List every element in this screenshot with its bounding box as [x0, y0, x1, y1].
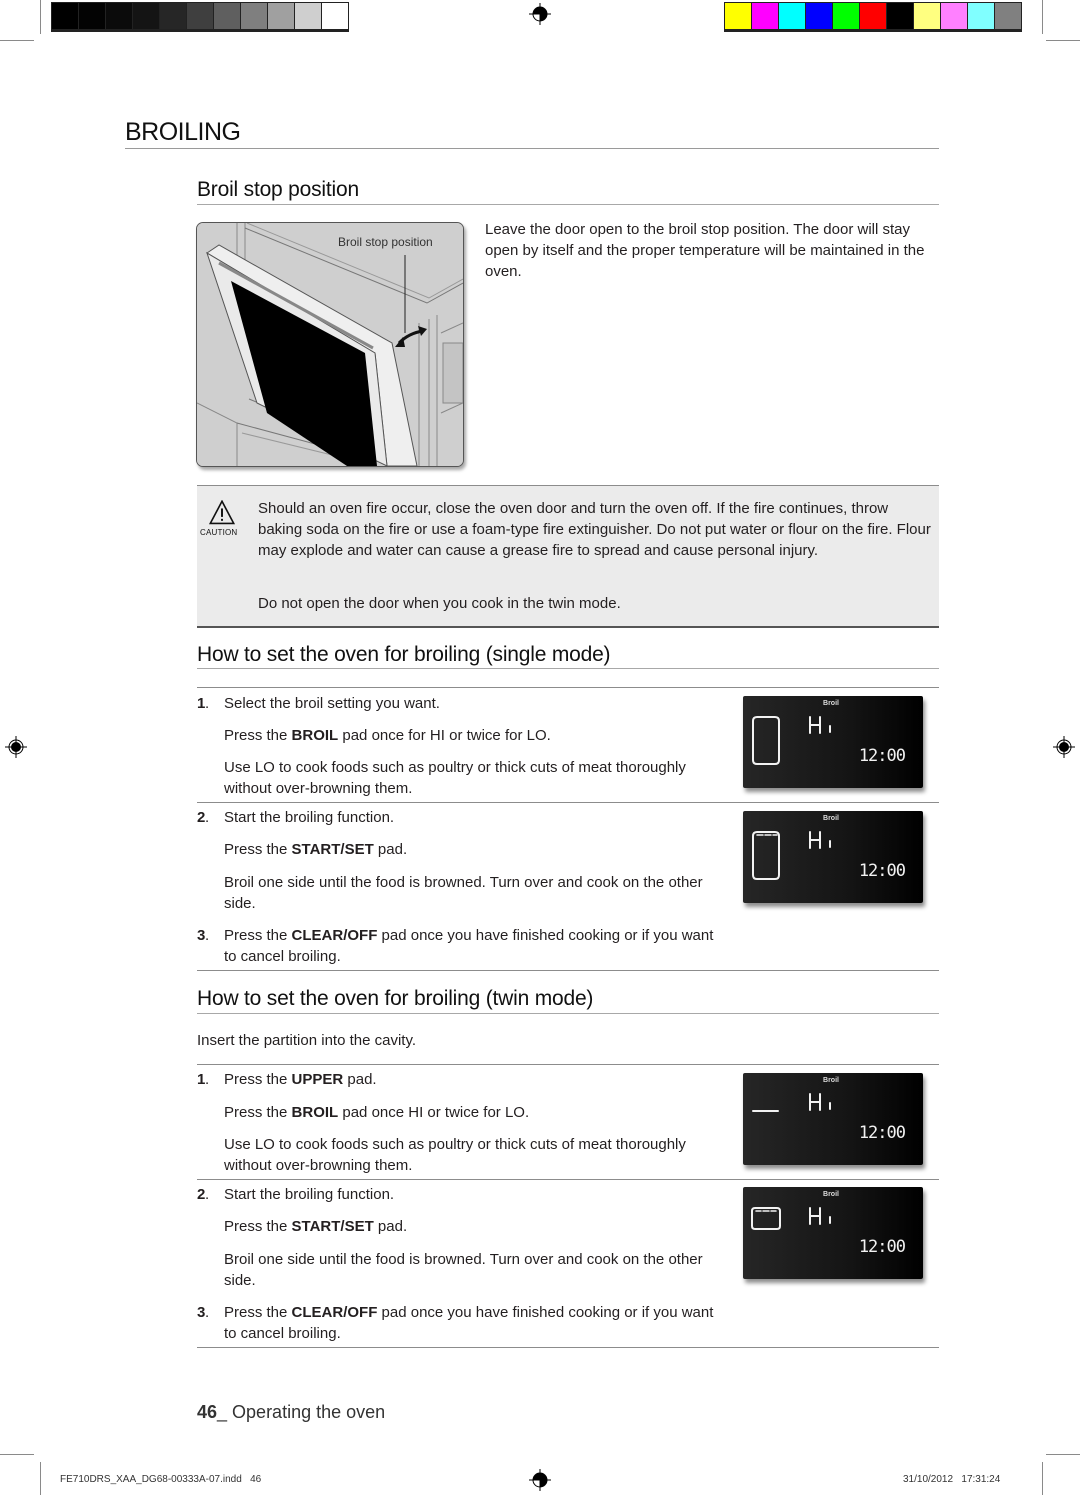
- step-instruction: Press the START/SET pad.: [224, 841, 408, 858]
- color-swatch: [268, 3, 294, 29]
- step-instruction: Press the UPPER pad.: [224, 1071, 377, 1088]
- control-panel-display: Broil 12:00: [743, 1073, 923, 1165]
- crop-mark: [1042, 1462, 1043, 1495]
- setting-readout-h: [809, 1207, 821, 1225]
- crop-mark: [40, 1462, 41, 1495]
- setting-readout-h: [809, 716, 821, 734]
- slug-timestamp: 31/10/2012 17:31:24: [903, 1474, 1001, 1485]
- color-swatch: [914, 3, 940, 29]
- color-swatch: [79, 3, 105, 29]
- section-heading-stop-position: Broil stop position: [197, 178, 359, 201]
- step-title: Start the broiling function.: [224, 1186, 395, 1203]
- setting-readout-h: [809, 1093, 821, 1111]
- color-swatch: [806, 3, 832, 29]
- crop-mark: [40, 0, 41, 34]
- display-segments: 12:00: [751, 1207, 907, 1257]
- step-divider: [197, 970, 939, 971]
- control-panel-display: Broil 12:00: [743, 811, 923, 903]
- color-swatch: [779, 3, 805, 29]
- step-instruction: Press the CLEAR/OFF pad once you have fi…: [224, 927, 714, 965]
- page-footer: 46_ Operating the oven: [197, 1402, 385, 1423]
- color-swatch: [887, 3, 913, 29]
- color-swatch: [752, 3, 778, 29]
- step-title: Select the broil setting you want.: [224, 695, 440, 712]
- step-divider: [197, 802, 939, 803]
- registration-mark-icon: [5, 736, 27, 758]
- slug-filename: FE710DRS_XAA_DG68-00333A-07.indd 46: [60, 1474, 262, 1485]
- section-divider: [197, 668, 939, 669]
- caution-text: Should an oven fire occur, close the ove…: [258, 500, 931, 559]
- registration-mark-icon: [529, 3, 551, 25]
- stop-position-description: Leave the door open to the broil stop po…: [485, 221, 925, 280]
- registration-mark-icon: [1053, 736, 1075, 758]
- caution-twin-note: Do not open the door when you cook in th…: [258, 595, 621, 612]
- display-segments: 12:00: [752, 831, 907, 881]
- warning-triangle-icon: [208, 500, 236, 525]
- crop-mark: [0, 40, 34, 41]
- step-note: Use LO to cook foods such as poultry or …: [224, 1136, 686, 1174]
- step-divider: [197, 1347, 939, 1348]
- step-note: Broil one side until the food is browned…: [224, 874, 703, 912]
- step-note: Use LO to cook foods such as poultry or …: [224, 759, 686, 797]
- color-swatch: [160, 3, 186, 29]
- color-swatch: [241, 3, 267, 29]
- color-swatch: [995, 3, 1021, 29]
- step-instruction: Press the CLEAR/OFF pad once you have fi…: [224, 1304, 714, 1342]
- color-swatch: [52, 3, 78, 29]
- step-note: Broil one side until the food is browned…: [224, 1251, 703, 1289]
- page-title: BROILING: [125, 118, 241, 146]
- cmyk-color-bar: [724, 2, 1022, 32]
- color-swatch: [133, 3, 159, 29]
- page-number: 46: [197, 1402, 218, 1422]
- clock-readout: 12:00: [859, 746, 906, 766]
- control-panel-display: Broil 12:00: [743, 1187, 923, 1279]
- color-swatch: [725, 3, 751, 29]
- crop-mark: [0, 1454, 34, 1455]
- color-swatch: [860, 3, 886, 29]
- step-instruction: Press the START/SET pad.: [224, 1218, 408, 1235]
- crop-mark: [1046, 1454, 1080, 1455]
- registration-mark-icon: [529, 1469, 551, 1491]
- color-swatch: [187, 3, 213, 29]
- display-segments: 12:00: [752, 716, 907, 766]
- clock-readout: 12:00: [859, 861, 906, 881]
- color-swatch: [941, 3, 967, 29]
- crop-mark: [1046, 40, 1080, 41]
- section-heading-single-mode: How to set the oven for broiling (single…: [197, 643, 611, 666]
- setting-readout-h: [809, 831, 821, 849]
- clock-readout: 12:00: [859, 1123, 906, 1143]
- title-divider: [125, 148, 939, 149]
- step-instruction: Press the BROIL pad once HI or twice for…: [224, 1104, 530, 1121]
- illustration-callout-label: Broil stop position: [338, 235, 433, 249]
- section-divider: [197, 1013, 939, 1014]
- grayscale-color-bar: [51, 2, 349, 32]
- color-swatch: [968, 3, 994, 29]
- footer-section-name: _ Operating the oven: [217, 1402, 386, 1422]
- step-divider: [197, 1064, 939, 1065]
- step-divider: [197, 687, 939, 688]
- color-swatch: [833, 3, 859, 29]
- oven-cavity-icon: [752, 831, 780, 880]
- color-swatch: [295, 3, 321, 29]
- crop-mark: [1042, 0, 1043, 34]
- color-swatch: [106, 3, 132, 29]
- clock-readout: 12:00: [859, 1237, 906, 1257]
- caution-label: CAUTION: [200, 528, 238, 537]
- step-title: Start the broiling function.: [224, 809, 395, 826]
- oven-door-illustration: [196, 222, 464, 467]
- section-divider: [197, 204, 939, 205]
- twin-intro: Insert the partition into the cavity.: [197, 1032, 417, 1049]
- step-divider: [197, 1179, 939, 1180]
- control-panel-display: Broil 12:00: [743, 696, 923, 788]
- display-segments: 12:00: [752, 1093, 907, 1143]
- section-heading-twin-mode: How to set the oven for broiling (twin m…: [197, 987, 594, 1010]
- color-swatch: [214, 3, 240, 29]
- color-swatch: [322, 3, 348, 29]
- step-instruction: Press the BROIL pad once for HI or twice…: [224, 727, 551, 744]
- oven-cavity-icon: [752, 716, 780, 765]
